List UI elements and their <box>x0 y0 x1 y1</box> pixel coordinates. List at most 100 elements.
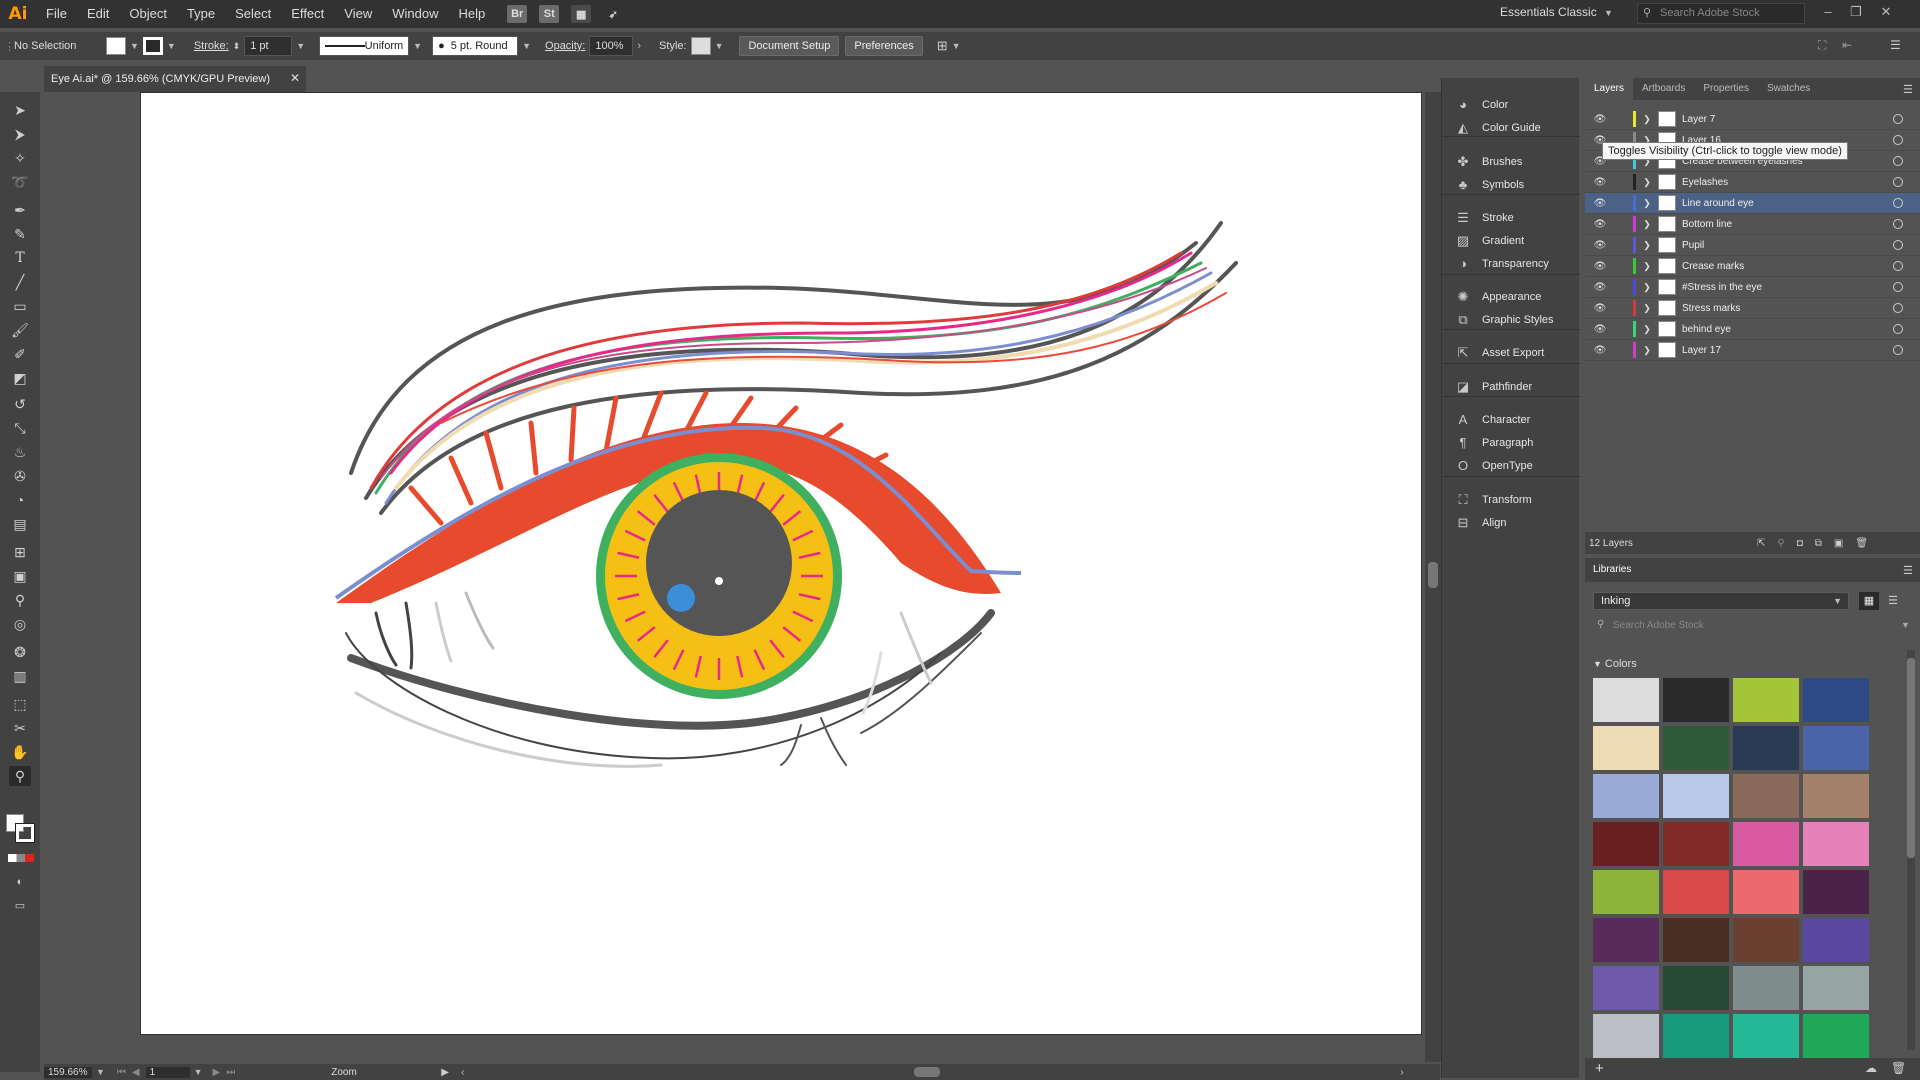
arrange-chevron-icon[interactable]: ▼ <box>952 41 961 51</box>
color-swatch[interactable] <box>1593 966 1659 1010</box>
menu-select[interactable]: Select <box>225 0 281 28</box>
color-swatch[interactable] <box>1803 774 1869 818</box>
shaper-tool-icon[interactable]: ✐ <box>9 344 31 364</box>
scale-tool-icon[interactable]: ⤡ <box>9 418 31 438</box>
preferences-button[interactable]: Preferences <box>845 36 923 56</box>
color-swatch[interactable] <box>1663 774 1729 818</box>
color-swatch[interactable] <box>1803 966 1869 1010</box>
target-circle-icon[interactable] <box>1893 198 1903 208</box>
target-circle-icon[interactable] <box>1893 219 1903 229</box>
status-menu-icon[interactable]: ▶ <box>441 1067 449 1078</box>
color-swatch[interactable] <box>1663 918 1729 962</box>
layer-row[interactable]: 👁 ❯ #Stress in the eye <box>1585 277 1920 298</box>
line-tool-icon[interactable]: ╱ <box>9 272 31 292</box>
artboard-tool-icon[interactable]: ⬚ <box>9 694 31 714</box>
grid-view-icon[interactable]: ▦ <box>1859 592 1879 610</box>
tab-properties[interactable]: Properties <box>1694 78 1758 100</box>
target-circle-icon[interactable] <box>1893 177 1903 187</box>
expand-arrow-icon[interactable]: ❯ <box>1636 324 1658 335</box>
layer-row[interactable]: 👁 ❯ Stress marks <box>1585 298 1920 319</box>
color-swatch[interactable] <box>1593 918 1659 962</box>
tab-layers[interactable]: Layers <box>1585 78 1634 100</box>
layer-name[interactable]: behind eye <box>1682 324 1731 335</box>
screen-mode-icon[interactable]: ▭ <box>9 896 31 916</box>
artboard-last-icon[interactable]: ⏭ <box>226 1067 235 1078</box>
stroke-swatch[interactable] <box>142 37 163 55</box>
target-circle-icon[interactable] <box>1893 114 1903 124</box>
zoom-chevron-icon[interactable]: ▼ <box>96 1067 105 1077</box>
menu-file[interactable]: File <box>36 0 77 28</box>
panel-transparency[interactable]: ◑ Transparency <box>1442 251 1580 277</box>
menu-effect[interactable]: Effect <box>281 0 334 28</box>
layer-name[interactable]: Bottom line <box>1682 219 1732 230</box>
horizontable-scroll-thumb[interactable] <box>914 1067 941 1077</box>
layer-row[interactable]: 👁 ❯ Layer 7 <box>1585 109 1920 130</box>
mesh-tool-icon[interactable]: ⊞ <box>9 542 31 562</box>
expand-arrow-icon[interactable]: ❯ <box>1636 198 1658 209</box>
magic-wand-tool-icon[interactable]: ✧ <box>9 148 31 168</box>
puppet-warp-tool-icon[interactable]: ✇ <box>9 466 31 486</box>
zoom-tool-icon[interactable]: ⚲ <box>9 766 31 786</box>
colors-section-header[interactable]: ▼ Colors <box>1593 658 1637 670</box>
list-view-icon[interactable]: ☰ <box>1883 592 1903 610</box>
color-swatch[interactable] <box>1663 678 1729 722</box>
panel-asset-export[interactable]: ⇱ Asset Export <box>1442 340 1580 366</box>
bridge-button[interactable]: Br <box>507 5 528 23</box>
panel-pathfinder[interactable]: ◪ Pathfinder <box>1442 374 1580 400</box>
color-swatch[interactable] <box>1663 870 1729 914</box>
color-swatch[interactable] <box>1593 822 1659 866</box>
arrange-icon[interactable]: ⊞ <box>937 38 948 54</box>
shape-builder-tool-icon[interactable]: ◔ <box>9 490 31 510</box>
close-window-icon[interactable]: ✕ <box>1876 4 1896 22</box>
creative-cloud-icon[interactable]: ☁ <box>1865 1061 1877 1075</box>
layer-name[interactable]: Stress marks <box>1682 303 1740 314</box>
graph-tool-icon[interactable]: ▥ <box>9 666 31 686</box>
expand-arrow-icon[interactable]: ❯ <box>1636 240 1658 251</box>
visibility-eye-icon[interactable]: 👁 <box>1589 345 1611 356</box>
fill-swatch[interactable] <box>106 37 126 55</box>
visibility-eye-icon[interactable]: 👁 <box>1589 303 1611 314</box>
library-delete-icon[interactable]: 🗑 <box>1891 1061 1906 1075</box>
workspace-switcher[interactable]: Essentials Classic ▼ <box>1500 5 1617 19</box>
opacity-field[interactable]: 100% <box>589 36 634 56</box>
color-swatch[interactable] <box>1593 870 1659 914</box>
curvature-tool-icon[interactable]: ✎ <box>9 224 31 244</box>
color-swatch[interactable] <box>1593 1014 1659 1058</box>
make-clipping-mask-icon[interactable]: ◘ <box>1797 538 1803 549</box>
artboard-first-icon[interactable]: ⏮ <box>117 1067 126 1078</box>
stock-search-input[interactable]: Search Adobe Stock <box>1637 3 1805 24</box>
fill-chevron-icon[interactable]: ▼ <box>130 41 139 51</box>
document-tab[interactable]: Eye Ai.ai* @ 159.66% (CMYK/GPU Preview) … <box>44 66 306 92</box>
target-circle-icon[interactable] <box>1893 324 1903 334</box>
panel-opentype[interactable]: O OpenType <box>1442 453 1580 479</box>
target-circle-icon[interactable] <box>1893 303 1903 313</box>
artboard[interactable] <box>140 92 1422 1035</box>
lasso-tool-icon[interactable]: ➰ <box>9 172 31 192</box>
restore-icon[interactable]: ❐ <box>1846 4 1866 22</box>
expand-arrow-icon[interactable]: ❯ <box>1636 345 1658 356</box>
panel-graphic-styles[interactable]: ⧉ Graphic Styles <box>1442 307 1580 333</box>
target-circle-icon[interactable] <box>1893 240 1903 250</box>
color-swatch[interactable] <box>1733 1014 1799 1058</box>
vertical-scrollbar[interactable] <box>1425 92 1441 1062</box>
target-circle-icon[interactable] <box>1893 156 1903 166</box>
libraries-tab[interactable]: Libraries <box>1585 558 1920 582</box>
stroke-weight-field[interactable]: 1 pt <box>244 36 293 56</box>
slice-tool-icon[interactable]: ✂ <box>9 718 31 738</box>
visibility-eye-icon[interactable]: 👁 <box>1589 282 1611 293</box>
collect-export-icon[interactable]: ⇱ <box>1757 538 1765 549</box>
locate-object-icon[interactable]: ⚲ <box>1777 538 1784 549</box>
graphic-style-swatch[interactable] <box>690 37 711 55</box>
perspective-grid-tool-icon[interactable]: ▤ <box>9 514 31 534</box>
library-search-input[interactable]: Search Adobe Stock <box>1593 620 1909 636</box>
panel-menu-icon[interactable]: ☰ <box>1890 38 1901 52</box>
target-circle-icon[interactable] <box>1893 135 1903 145</box>
profile-chevron-icon[interactable]: ▼ <box>413 41 422 51</box>
layer-row[interactable]: 👁 ❯ Pupil <box>1585 235 1920 256</box>
menu-object[interactable]: Object <box>119 0 177 28</box>
visibility-eye-icon[interactable]: 👁 <box>1589 240 1611 251</box>
hand-tool-icon[interactable]: ✋ <box>9 742 31 762</box>
visibility-eye-icon[interactable]: 👁 <box>1589 219 1611 230</box>
color-swatch[interactable] <box>1663 822 1729 866</box>
add-content-icon[interactable]: + <box>1595 1060 1604 1077</box>
